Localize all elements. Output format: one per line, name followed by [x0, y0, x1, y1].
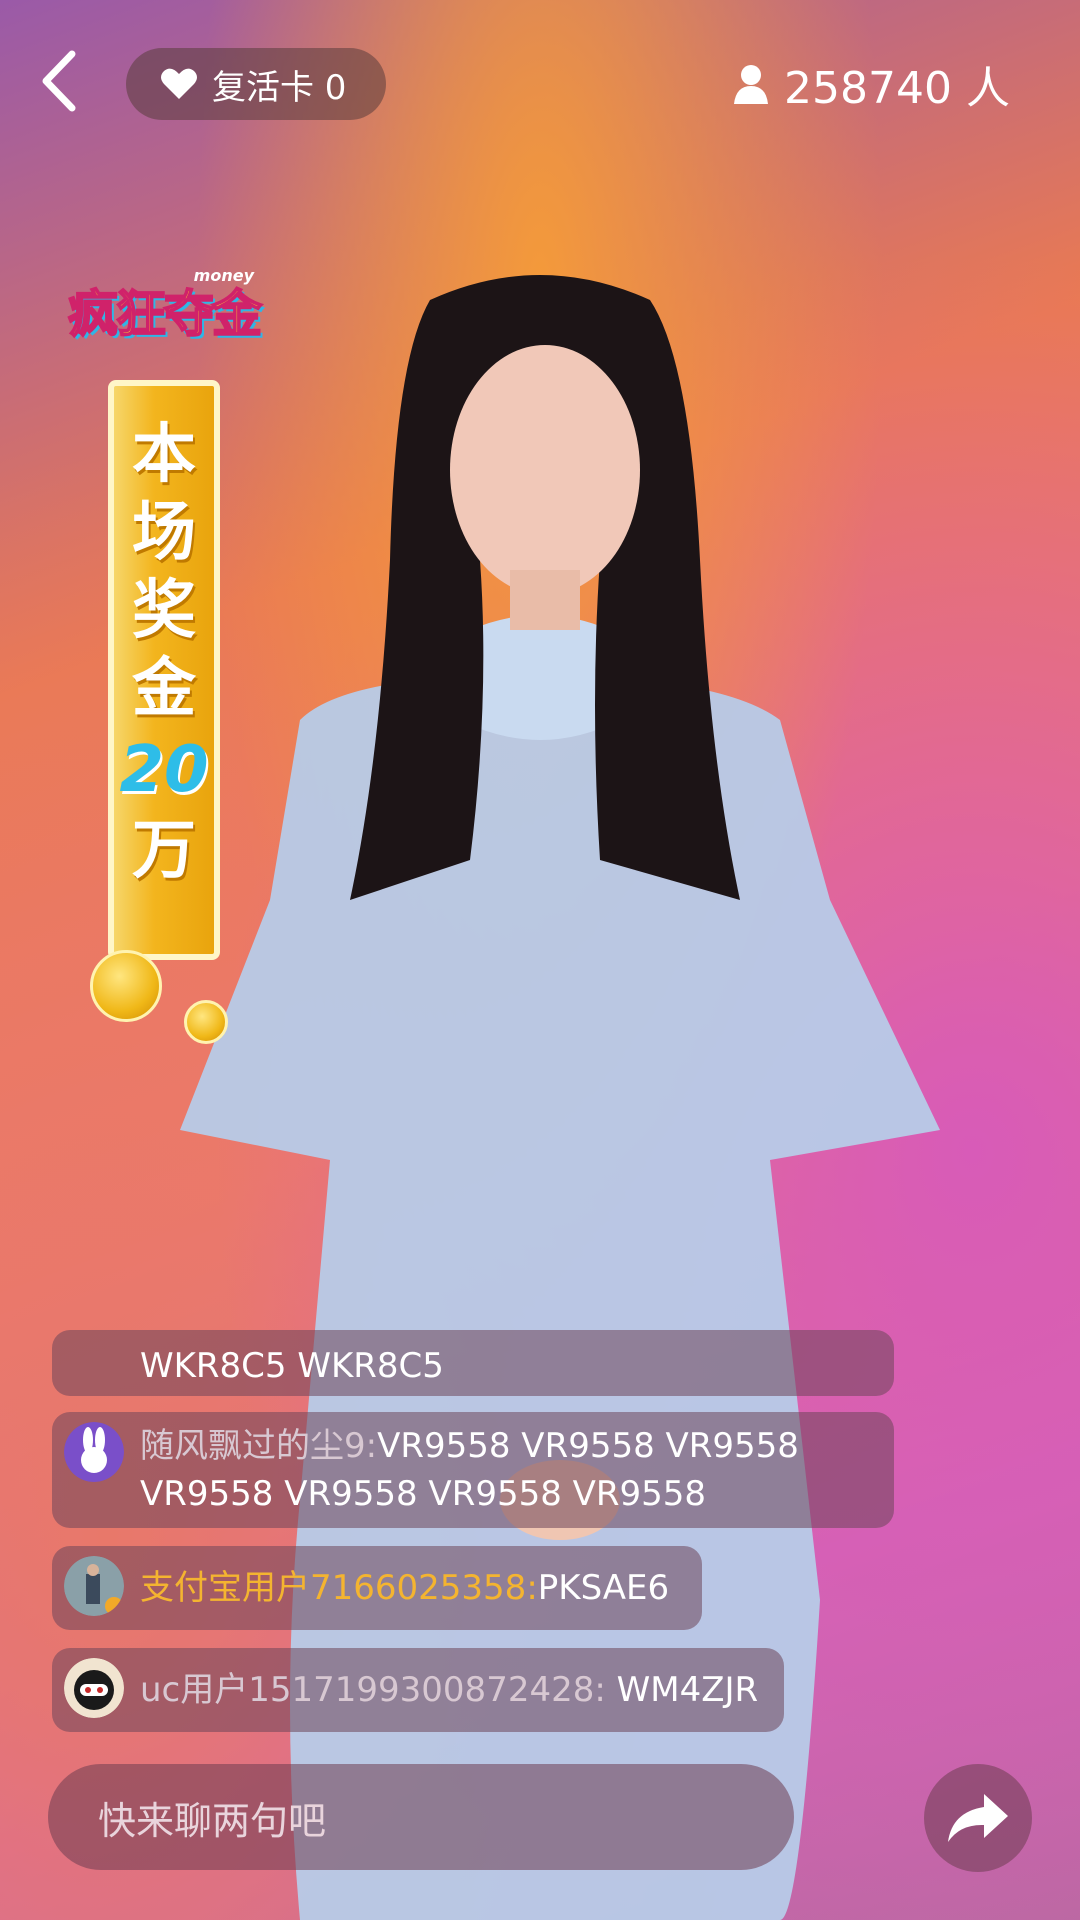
chat-message: uc用户1517199300872428: WM4ZJR	[52, 1648, 784, 1732]
logo-sub-text: money	[193, 266, 254, 285]
prize-banner[interactable]: 疯狂夺金 money 本 场 奖 金 20 万	[44, 220, 284, 1044]
chat-username: 随风飘过的尘9:	[140, 1426, 378, 1466]
ninja-avatar-icon	[64, 1658, 124, 1718]
ribbon-char: 金	[132, 652, 196, 726]
revive-card-label: 复活卡 0	[212, 67, 347, 108]
prize-ribbon: 本 场 奖 金 20 万	[108, 380, 220, 960]
revive-card-badge[interactable]: 复活卡 0	[126, 48, 386, 120]
chat-message: 支付宝用户7166025358:PKSAE6	[52, 1546, 702, 1630]
rabbit-avatar-icon	[64, 1422, 124, 1482]
chat-input[interactable]: 快来聊两句吧	[48, 1764, 794, 1870]
avatar	[64, 1422, 124, 1482]
ribbon-char: 本	[132, 418, 196, 492]
ribbon-char: 奖	[132, 574, 196, 648]
chat-message-text: WKR8C5 WKR8C5	[140, 1346, 444, 1386]
chat-username: 支付宝用户7166025358:	[140, 1568, 538, 1608]
heart-icon	[161, 68, 197, 99]
chat-message-text: PKSAE6	[537, 1568, 670, 1608]
viewer-count-text: 258740 人	[784, 63, 1010, 114]
chat-username: uc用户1517199300872428:	[140, 1670, 606, 1710]
avatar	[64, 1556, 124, 1616]
chat-input-placeholder: 快来聊两句吧	[98, 1798, 327, 1843]
chat-message: 随风飘过的尘9:VR9558 VR9558 VR9558 VR9558 VR95…	[52, 1412, 894, 1528]
prize-amount: 20	[119, 733, 209, 807]
share-button[interactable]	[924, 1764, 1032, 1872]
chat-message: WKR8C5 WKR8C5	[52, 1330, 894, 1396]
avatar	[64, 1658, 124, 1718]
user-icon	[734, 65, 769, 104]
coin-icon	[90, 950, 162, 1022]
ribbon-char: 场	[132, 496, 196, 570]
chat-message-text: WM4ZJR	[605, 1670, 759, 1710]
prize-unit: 万	[132, 814, 196, 888]
photo-avatar-icon	[64, 1556, 124, 1616]
back-button[interactable]	[36, 46, 86, 116]
crazy-gold-logo: 疯狂夺金 money	[44, 250, 284, 370]
viewer-count: 258740 人	[734, 56, 1010, 114]
share-arrow-icon	[948, 1794, 1008, 1842]
coin-icon	[184, 1000, 228, 1044]
chevron-left-icon	[42, 50, 76, 112]
